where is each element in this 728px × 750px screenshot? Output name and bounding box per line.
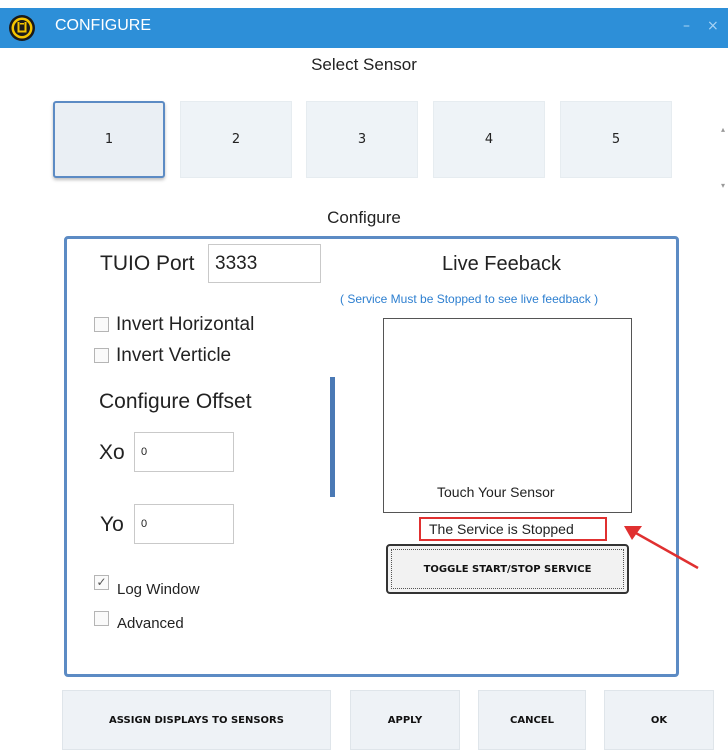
sensor-button-1[interactable]: 1 <box>53 101 165 178</box>
apply-button[interactable]: APPLY <box>350 690 460 750</box>
advanced-checkbox[interactable] <box>94 611 109 626</box>
cancel-label: CANCEL <box>510 714 554 726</box>
invert-verticle-checkbox[interactable] <box>94 348 109 363</box>
toggle-service-label: TOGGLE START/STOP SERVICE <box>423 563 592 575</box>
sensor-button-5[interactable]: 5 <box>560 101 672 178</box>
toggle-service-button[interactable]: TOGGLE START/STOP SERVICE <box>386 544 629 594</box>
invert-verticle-label: Invert Verticle <box>116 345 232 366</box>
sensor-button-3[interactable]: 3 <box>306 101 418 178</box>
sensor-button-4[interactable]: 4 <box>433 101 545 178</box>
minimize-icon[interactable]: – <box>683 18 690 34</box>
title-bar: CONFIGURE – × <box>0 8 728 48</box>
assign-displays-label: ASSIGN DISPLAYS TO SENSORS <box>109 714 284 726</box>
yo-input[interactable] <box>134 504 234 544</box>
ok-button[interactable]: OK <box>604 690 714 750</box>
tuio-port-label: TUIO Port <box>100 252 195 275</box>
sensor-button-2[interactable]: 2 <box>180 101 292 178</box>
live-feedback-heading: Live Feeback <box>442 253 561 275</box>
xo-label: Xo <box>99 441 125 464</box>
log-window-checkbox[interactable]: ✓ <box>94 575 109 590</box>
scroll-up-icon[interactable]: ▴ <box>721 125 725 134</box>
advanced-label: Advanced <box>117 615 184 632</box>
assign-displays-button[interactable]: ASSIGN DISPLAYS TO SENSORS <box>62 690 331 750</box>
invert-horizontal-checkbox[interactable] <box>94 317 109 332</box>
touch-sensor-text: Touch Your Sensor <box>437 484 555 500</box>
column-divider <box>330 377 335 497</box>
tuio-port-input[interactable] <box>208 244 321 283</box>
window-title: CONFIGURE <box>55 17 151 34</box>
xo-input[interactable] <box>134 432 234 472</box>
configure-heading: Configure <box>327 208 401 227</box>
ok-label: OK <box>650 714 668 726</box>
select-sensor-heading: Select Sensor <box>311 55 417 74</box>
service-status-text: The Service is Stopped <box>429 521 574 537</box>
scroll-down-icon[interactable]: ▾ <box>721 181 725 190</box>
app-logo-icon <box>9 15 35 41</box>
log-window-label: Log Window <box>117 581 200 598</box>
cancel-button[interactable]: CANCEL <box>478 690 586 750</box>
configure-offset-heading: Configure Offset <box>99 390 252 413</box>
yo-label: Yo <box>100 513 124 536</box>
live-feedback-note: ( Service Must be Stopped to see live fe… <box>340 292 599 306</box>
invert-horizontal-label: Invert Horizontal <box>116 314 255 335</box>
apply-label: APPLY <box>387 714 423 726</box>
close-icon[interactable]: × <box>707 18 719 34</box>
annotation-arrow-icon <box>624 526 699 570</box>
